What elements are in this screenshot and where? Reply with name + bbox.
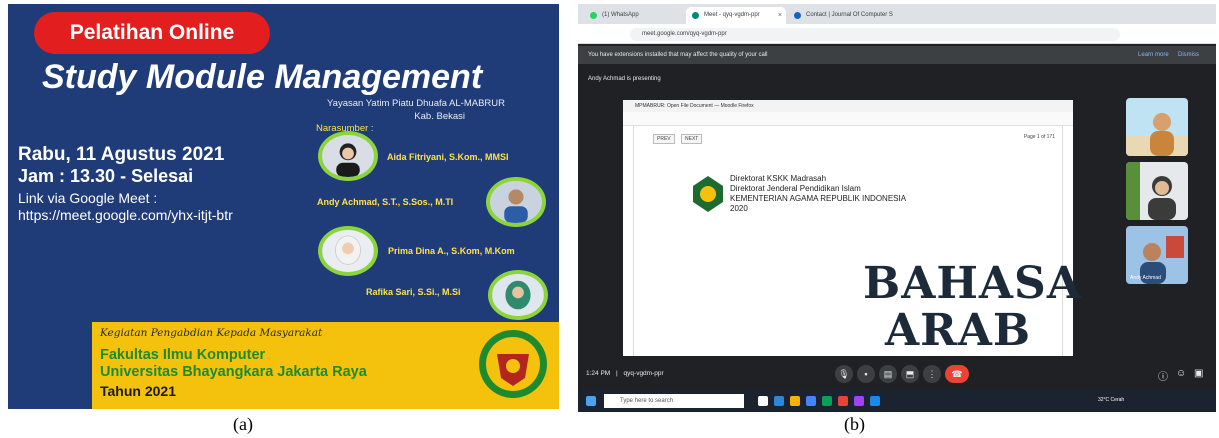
meet-icon: [692, 12, 699, 19]
file-explorer-icon[interactable]: [790, 396, 800, 406]
meeting-info: 1:24 PM | qyq-vgdm-ppr: [586, 370, 664, 377]
tab-label: (1) WhatsApp: [602, 12, 639, 18]
tab-label: Meet - qyq-vgdm-ppr: [704, 12, 760, 18]
camera-button[interactable]: ▪: [857, 365, 875, 383]
cover-title-line2: ARAB: [885, 305, 1032, 356]
speaker-name: Prima Dina A., S.Kom, M.Kom: [388, 246, 515, 256]
speaker-photo: [486, 177, 546, 227]
browser-tab-bar: (1) WhatsApp Meet - qyq-vgdm-ppr × Conta…: [578, 4, 1216, 24]
shared-screen: MPMABRUR: Open File Document — Moodle Fi…: [623, 100, 1081, 356]
meeting-controls: [578, 356, 1216, 390]
extension-infobar: You have extensions installed that may a…: [578, 46, 1216, 64]
doc-line: 2020: [730, 204, 748, 213]
organization-name: Yayasan Yatim Piatu Dhuafa AL-MABRUR: [327, 98, 505, 109]
prev-button[interactable]: PREV: [653, 134, 675, 144]
info-icon[interactable]: ⓘ: [1158, 368, 1168, 383]
participant-tile[interactable]: [1126, 162, 1188, 220]
doc-line: Direktorat KSKK Madrasah: [730, 174, 827, 183]
speaker-photo: [318, 131, 378, 181]
present-button[interactable]: ⬒: [901, 365, 919, 383]
caption-a: (a): [233, 414, 253, 434]
journal-icon: [794, 12, 801, 19]
learn-more-link[interactable]: Learn more: [1138, 46, 1169, 64]
poster-footer: Kegiatan Pengabdian Kepada Masyarakat Fa…: [92, 322, 559, 409]
meeting-code: qyq-vgdm-ppr: [623, 370, 664, 377]
word-icon[interactable]: [870, 396, 880, 406]
people-icon[interactable]: ☺: [1176, 368, 1186, 379]
event-date: Rabu, 11 Agustus 2021: [18, 144, 225, 165]
event-badge: Pelatihan Online: [34, 12, 270, 54]
shared-window-title: MPMABRUR: Open File Document — Moodle Fi…: [623, 100, 1073, 112]
link-label: Link via Google Meet :: [18, 190, 158, 206]
app-icon[interactable]: [838, 396, 848, 406]
caption-b: (b): [844, 414, 865, 434]
whatsapp-icon: [590, 12, 597, 19]
speaker-photo: [488, 270, 548, 320]
university-logo: [479, 330, 547, 398]
chat-icon[interactable]: ▣: [1194, 368, 1203, 379]
task-view-icon[interactable]: [758, 396, 768, 406]
app-icon[interactable]: [854, 396, 864, 406]
poster-panel: Pelatihan Online Study Module Management…: [8, 4, 559, 409]
start-icon[interactable]: [586, 396, 596, 406]
url-field[interactable]: meet.google.com/qyq-vgdm-ppr: [630, 28, 1120, 41]
captions-button[interactable]: ▤: [879, 365, 897, 383]
presenting-label: Andy Achmad is presenting: [588, 76, 661, 82]
speaker-name: Rafika Sari, S.Si., M.Si: [366, 287, 461, 297]
shared-window-address: [623, 112, 1073, 126]
meet-link: https://meet.google.com/yhx-itjt-btr: [18, 207, 233, 223]
speaker-name: Andy Achmad, S.T., S.Sos., M.TI: [317, 197, 454, 207]
kemenag-logo: [693, 176, 723, 212]
participant-tile[interactable]: [1126, 98, 1188, 156]
doc-line: Direktorat Jenderal Pendidikan Islam: [730, 184, 861, 193]
tab-journal[interactable]: Contact | Journal Of Computer S: [788, 7, 898, 24]
next-button[interactable]: NEXT: [681, 134, 703, 144]
dismiss-button[interactable]: Dismiss: [1178, 46, 1199, 64]
store-icon[interactable]: [822, 396, 832, 406]
mic-button[interactable]: 🎙: [835, 365, 853, 383]
year-text: Tahun 2021: [100, 383, 176, 399]
event-time: Jam : 13.30 - Selesai: [18, 166, 194, 186]
kegiatan-text: Kegiatan Pengabdian Kepada Masyarakat: [100, 327, 323, 339]
edge-icon[interactable]: [774, 396, 784, 406]
more-options-button[interactable]: ⋮: [923, 365, 941, 383]
separator: |: [616, 370, 618, 377]
taskbar-search[interactable]: Type here to search: [604, 394, 744, 408]
cover-title-line1: BAHASA: [863, 258, 1082, 309]
faculty-name: Fakultas Ilmu Komputer: [100, 347, 266, 363]
tab-whatsapp[interactable]: (1) WhatsApp: [584, 7, 684, 24]
address-bar: meet.google.com/qyq-vgdm-ppr: [578, 24, 1216, 44]
speaker-photo: [318, 226, 378, 276]
end-call-button[interactable]: ☎: [945, 365, 969, 383]
participant-name: Andy Achmad: [1130, 275, 1161, 281]
participant-tile[interactable]: Andy Achmad: [1126, 226, 1188, 284]
tab-label: Contact | Journal Of Computer S: [806, 12, 893, 18]
meet-screenshot-panel: (1) WhatsApp Meet - qyq-vgdm-ppr × Conta…: [578, 4, 1216, 412]
chrome-icon[interactable]: [806, 396, 816, 406]
doc-line: KEMENTERIAN AGAMA REPUBLIK INDONESIA: [730, 194, 907, 203]
speaker-name: Aida Fitriyani, S.Kom., MMSI: [387, 152, 509, 162]
page-indicator: Page 1 of 171: [1023, 134, 1055, 140]
extension-notice: You have extensions installed that may a…: [588, 52, 768, 58]
tab-meet[interactable]: Meet - qyq-vgdm-ppr ×: [686, 7, 786, 24]
university-name: Universitas Bhayangkara Jakarta Raya: [100, 364, 367, 380]
poster-title: Study Module Management: [42, 58, 483, 96]
meeting-time: 1:24 PM: [586, 370, 611, 377]
system-tray: 32°C Cerah: [1098, 397, 1125, 403]
close-icon[interactable]: ×: [778, 7, 782, 24]
organization-location: Kab. Bekasi: [414, 111, 465, 122]
